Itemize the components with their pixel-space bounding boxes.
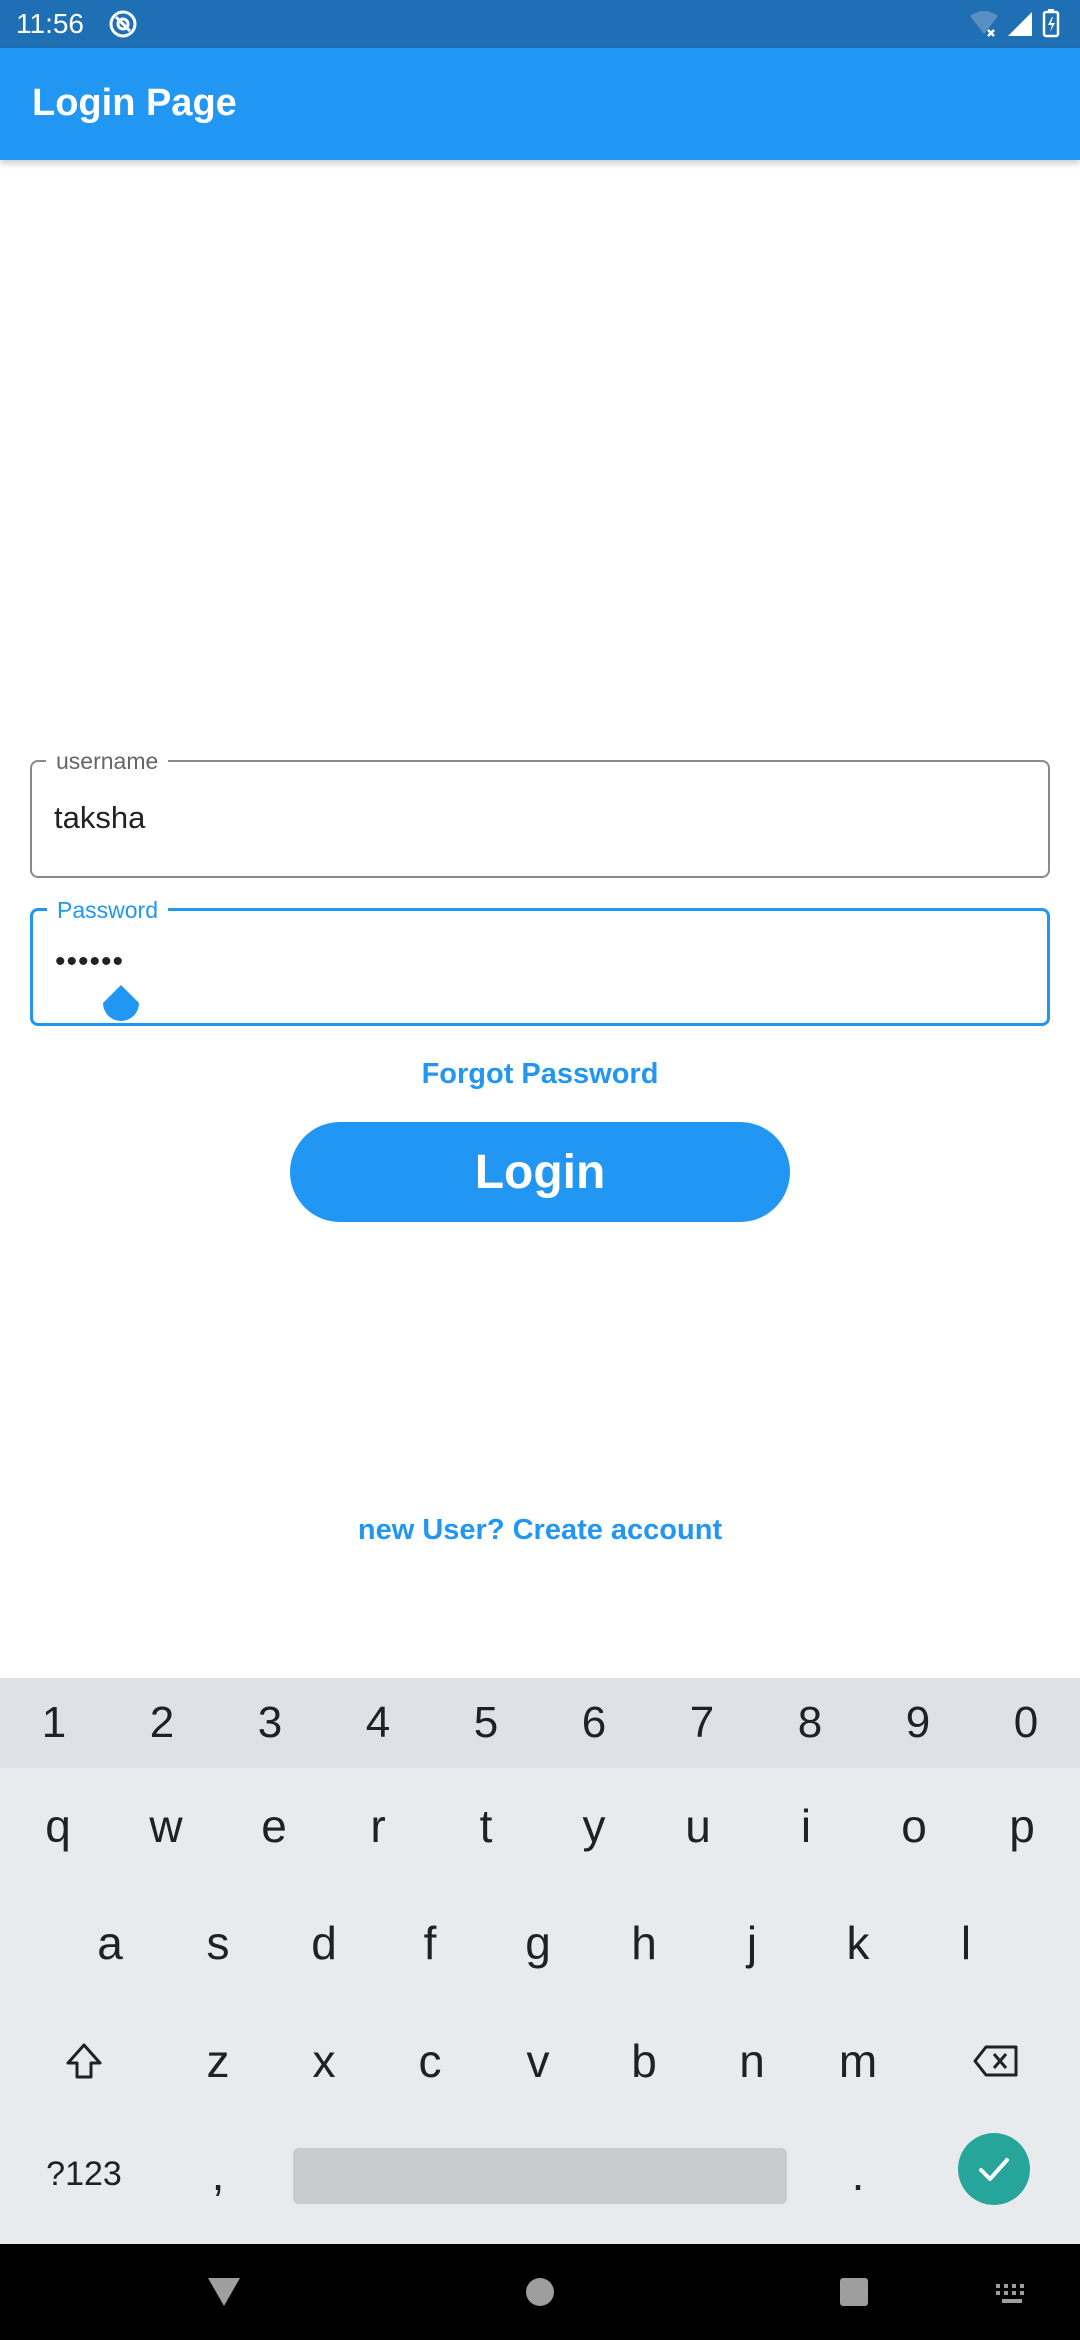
key-s[interactable]: s	[164, 1893, 272, 1993]
key-y[interactable]: y	[540, 1776, 648, 1876]
period-key[interactable]: .	[804, 2124, 912, 2224]
key-c[interactable]: c	[376, 2011, 484, 2111]
backspace-key[interactable]	[942, 2011, 1050, 2111]
status-bar: 11:56	[0, 0, 1080, 48]
key-0[interactable]: 0	[972, 1678, 1080, 1768]
username-value: taksha	[54, 800, 146, 835]
key-g[interactable]: g	[484, 1893, 592, 1993]
status-icons	[970, 9, 1060, 38]
key-e[interactable]: e	[220, 1776, 328, 1876]
check-icon	[979, 2158, 1009, 2181]
key-d[interactable]: d	[270, 1893, 378, 1993]
key-r[interactable]: r	[324, 1776, 432, 1876]
key-u[interactable]: u	[644, 1776, 752, 1876]
key-w[interactable]: w	[112, 1776, 220, 1876]
key-p[interactable]: p	[968, 1776, 1076, 1876]
page-title: Login Page	[32, 82, 237, 124]
key-5[interactable]: 5	[432, 1678, 540, 1768]
back-icon[interactable]	[204, 2274, 244, 2310]
key-h[interactable]: h	[590, 1893, 698, 1993]
key-k[interactable]: k	[804, 1893, 912, 1993]
at-sign-icon	[109, 10, 137, 38]
number-row: 1 2 3 4 5 6 7 8 9 0	[0, 1678, 1080, 1768]
key-a[interactable]: a	[56, 1893, 164, 1993]
done-key[interactable]	[958, 2133, 1030, 2205]
create-account-link[interactable]: new User? Create account	[0, 1514, 1080, 1547]
password-value: ••••••	[55, 945, 125, 978]
recents-icon[interactable]	[838, 2276, 870, 2308]
key-z[interactable]: z	[164, 2011, 272, 2111]
status-time: 11:56	[16, 8, 84, 39]
username-label: username	[46, 748, 169, 774]
key-q[interactable]: q	[4, 1776, 112, 1876]
shift-key[interactable]	[30, 2011, 138, 2111]
forgot-password-link[interactable]: Forgot Password	[0, 1058, 1080, 1091]
key-v[interactable]: v	[484, 2011, 592, 2111]
shift-icon	[66, 2043, 102, 2079]
password-label: Password	[47, 897, 168, 923]
text-cursor-handle-icon[interactable]	[99, 983, 143, 1027]
keyboard-switch-icon[interactable]	[994, 2282, 1030, 2306]
key-6[interactable]: 6	[540, 1678, 648, 1768]
key-o[interactable]: o	[860, 1776, 968, 1876]
key-3[interactable]: 3	[216, 1678, 324, 1768]
username-field[interactable]: username taksha	[30, 748, 1050, 878]
comma-key[interactable]: ,	[164, 2124, 272, 2224]
key-f[interactable]: f	[376, 1893, 484, 1993]
home-icon[interactable]	[524, 2276, 556, 2308]
key-9[interactable]: 9	[864, 1678, 972, 1768]
login-button[interactable]: Login	[290, 1122, 790, 1222]
signal-icon	[1008, 12, 1032, 36]
key-m[interactable]: m	[804, 2011, 912, 2111]
symbols-key[interactable]: ?123	[14, 2124, 154, 2224]
navigation-bar	[0, 2244, 1080, 2340]
key-n[interactable]: n	[698, 2011, 806, 2111]
key-x[interactable]: x	[270, 2011, 378, 2111]
key-l[interactable]: l	[912, 1893, 1020, 1993]
key-1[interactable]: 1	[0, 1678, 108, 1768]
key-2[interactable]: 2	[108, 1678, 216, 1768]
password-field[interactable]: Password ••••••	[30, 897, 1050, 1027]
key-7[interactable]: 7	[648, 1678, 756, 1768]
key-4[interactable]: 4	[324, 1678, 432, 1768]
app-bar: Login Page	[0, 48, 1080, 160]
key-i[interactable]: i	[752, 1776, 860, 1876]
soft-keyboard: 1 2 3 4 5 6 7 8 9 0 q w e r t y u i o p …	[0, 1678, 1080, 2244]
key-8[interactable]: 8	[756, 1678, 864, 1768]
key-t[interactable]: t	[432, 1776, 540, 1876]
key-j[interactable]: j	[698, 1893, 806, 1993]
backspace-icon	[973, 2045, 1018, 2077]
space-key[interactable]	[293, 2148, 787, 2204]
key-b[interactable]: b	[590, 2011, 698, 2111]
